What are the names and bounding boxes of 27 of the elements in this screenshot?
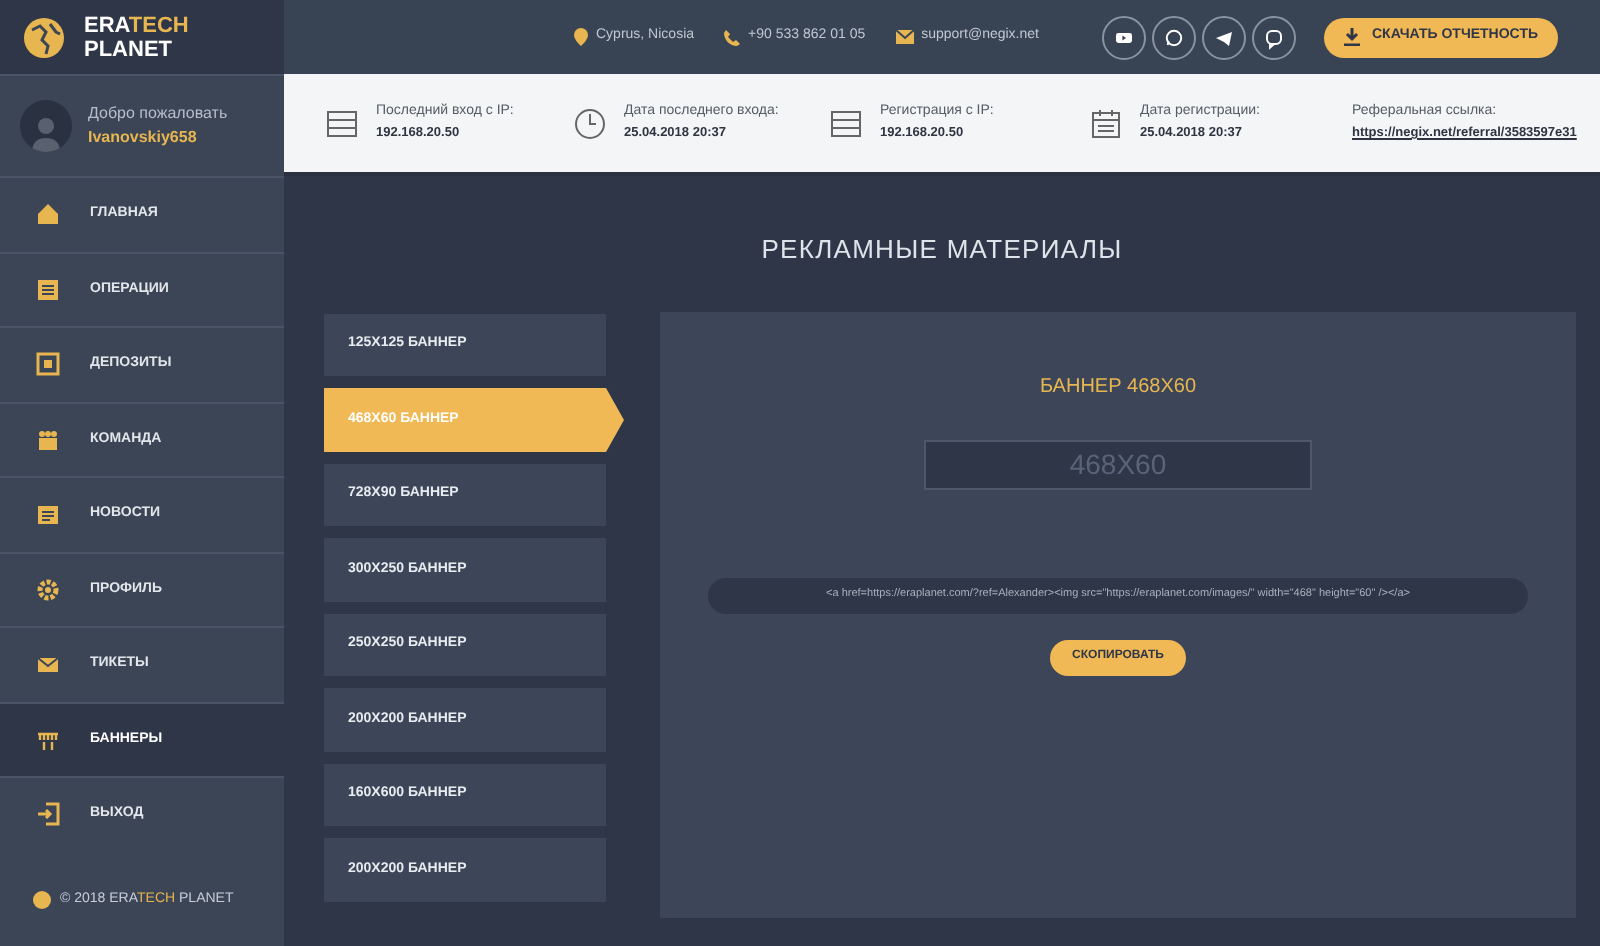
page-title: РЕКЛАМНЫЕ МАТЕРИАЛЫ xyxy=(759,232,1125,268)
list-icon xyxy=(36,277,60,302)
telegram-button[interactable] xyxy=(1202,15,1247,59)
whatsapp-button[interactable] xyxy=(1152,15,1197,59)
user-silhouette-icon xyxy=(30,112,62,152)
brand-logo: ERATECH PLANET xyxy=(84,13,189,61)
team-icon xyxy=(36,427,60,452)
clock-icon xyxy=(572,105,608,141)
youtube-button[interactable] xyxy=(1102,15,1147,59)
viber-button[interactable] xyxy=(1252,15,1297,59)
box-icon xyxy=(36,352,60,377)
mail-icon xyxy=(36,652,60,677)
envelope-icon xyxy=(895,30,914,44)
server-icon xyxy=(324,105,360,141)
location-pin-icon xyxy=(574,28,588,46)
gear-icon xyxy=(36,577,60,602)
phone-icon xyxy=(724,29,741,45)
home-icon xyxy=(36,202,60,227)
banner-icon xyxy=(36,727,60,752)
greeting-text: Добро пожаловать xyxy=(88,102,228,126)
news-icon xyxy=(36,502,60,527)
exit-icon xyxy=(36,802,60,827)
username: Ivanovskiy658 xyxy=(88,126,199,150)
download-icon xyxy=(1344,28,1360,46)
banner-title: БАННЕР 468X60 xyxy=(1039,373,1197,401)
server-icon xyxy=(828,105,864,141)
calendar-icon xyxy=(1088,105,1124,141)
